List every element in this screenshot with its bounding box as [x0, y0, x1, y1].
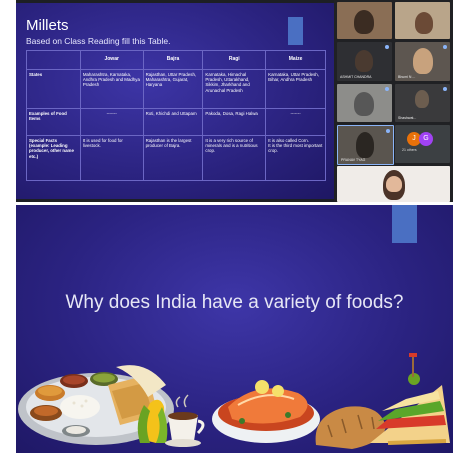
table-cell: ------- [79, 108, 144, 136]
participant-tile[interactable] [337, 84, 392, 122]
row-label: Special Facts (example: Leading producer… [26, 135, 81, 181]
table-cell: Karnataka, Himachal Pradesh, Uttarakhand… [202, 69, 267, 109]
fish-curry-bowl-icon [212, 380, 320, 443]
participant-video [355, 50, 373, 72]
more-participants-label: 21 others [402, 148, 417, 152]
table-header-cell: Bajra [142, 50, 204, 70]
table-header-row: Jowar Bajra Ragi Maize [26, 50, 326, 70]
table-cell: It is used for food for livestock. [79, 135, 144, 181]
participant-tile[interactable] [395, 2, 450, 39]
slide-question: Why does India have a variety of foods? [65, 292, 404, 313]
row-label: States [26, 69, 81, 109]
participant-video [354, 10, 374, 34]
participant-face [386, 176, 402, 192]
indian-food-illustration [18, 353, 450, 449]
row-label: Examples of Food Items [26, 108, 81, 136]
slide-accent-block [288, 17, 303, 45]
table-cell: It is a very rich source of minerals and… [202, 135, 267, 181]
participant-tile[interactable]: Bhumi N ... [395, 42, 450, 81]
table-cell: Roti, Khichdi and Uttapam [142, 108, 204, 136]
slide-accent-block [392, 205, 417, 243]
self-view-tile[interactable] [337, 166, 450, 202]
participant-name: Shashwat... [398, 116, 417, 120]
participant-name: ASHMIT CHANDRA [340, 75, 372, 79]
table-header-cell: Ragi [202, 50, 267, 70]
participant-grid: ASHMIT CHANDRA Bhumi N ... Shashwat... P… [334, 0, 453, 202]
table-cell: Maharashtra, Karnataka, Andhra Pradesh a… [79, 69, 144, 109]
participant-tile[interactable]: PRANAV TYAG [337, 125, 394, 165]
table-header-cell: Maize [265, 50, 326, 70]
participant-video [356, 132, 374, 158]
shared-slide-millets: Millets Based on Class Reading fill this… [16, 3, 334, 199]
participant-avatar: G [419, 132, 433, 146]
table-cell: Pakoda, Dosa, Ragi Halwa [202, 108, 267, 136]
participant-tile[interactable]: ASHMIT CHANDRA [337, 42, 392, 81]
participant-tile[interactable] [337, 2, 392, 39]
speaking-indicator-icon [443, 87, 447, 91]
table-cell: It is also called Corn. It is the third … [265, 135, 326, 181]
meeting-window: Millets Based on Class Reading fill this… [16, 0, 453, 202]
table-row: States Maharashtra, Karnataka, Andhra Pr… [26, 69, 326, 109]
table-row: Examples of Food Items ------- Roti, Khi… [26, 108, 326, 136]
participant-video [415, 12, 433, 34]
table-row: Special Facts (example: Leading producer… [26, 135, 326, 181]
table-cell: Rajasthan is the largest producer of Baj… [142, 135, 204, 181]
participant-video [354, 92, 374, 116]
speaking-indicator-icon [386, 129, 390, 133]
table-cell: Rajasthan, Uttar Pradesh, Maharashtra, G… [142, 69, 204, 109]
speaking-indicator-icon [385, 45, 389, 49]
participant-video [415, 90, 429, 108]
speaking-indicator-icon [443, 45, 447, 49]
slide-subtitle: Based on Class Reading fill this Table. [26, 36, 171, 46]
millets-table: Jowar Bajra Ragi Maize States Maharashtr… [26, 50, 326, 181]
participant-name: Bhumi N ... [398, 75, 416, 79]
participant-name: PRANAV TYAG [341, 158, 366, 162]
speaking-indicator-icon [385, 87, 389, 91]
table-cell: ------- [265, 108, 326, 136]
participant-tile[interactable]: Shashwat... [395, 84, 450, 122]
slide-varieties-of-food: Why does India have a variety of foods? [16, 205, 453, 453]
more-participants-tile[interactable]: J G 21 others [395, 125, 450, 163]
participant-video [413, 48, 433, 74]
table-header-cell [26, 50, 81, 70]
slide-title: Millets [26, 17, 69, 34]
table-header-cell: Jowar [79, 50, 144, 70]
table-cell: Karnataka, Uttar Pradesh, Bihar, Andhra … [265, 69, 326, 109]
